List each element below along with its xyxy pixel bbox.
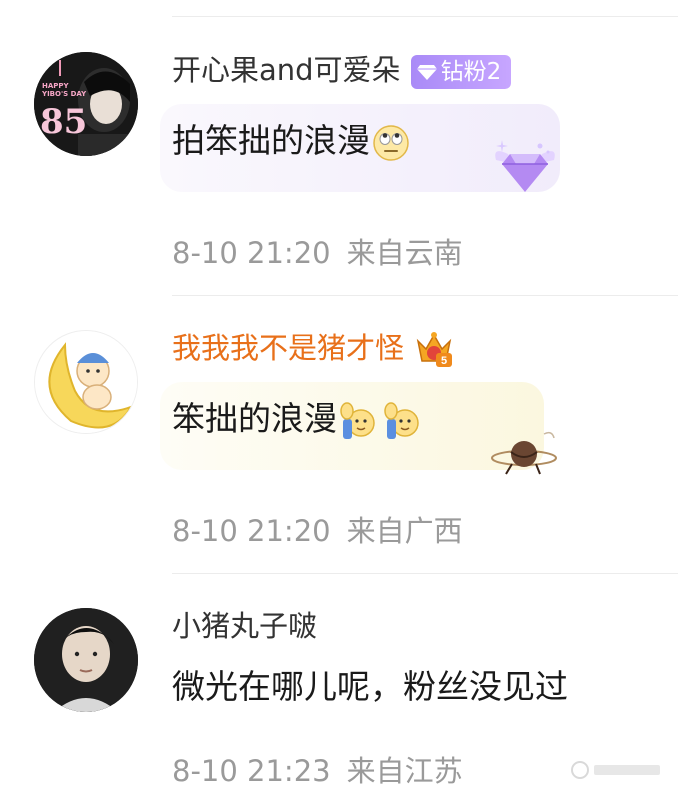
comment-meta: 8-10 21:23 来自江苏 <box>172 748 463 790</box>
raise-hand-emoji <box>340 401 375 439</box>
eye-roll-emoji <box>373 124 409 161</box>
avatar-number: 85 <box>40 102 88 142</box>
avatar[interactable] <box>34 608 138 712</box>
username-row: 小猪丸子啵 <box>172 608 317 644</box>
level-number: 5 <box>441 355 447 367</box>
sparkle-icon <box>496 140 508 152</box>
comment-text: 笨拙的浪漫 <box>172 399 337 438</box>
username[interactable]: 我我我不是猪才怪 <box>172 331 404 365</box>
raise-hand-emoji <box>384 401 419 439</box>
fan-badge: 钻粉2 <box>410 55 512 89</box>
username[interactable]: 开心果and可爱朵 <box>172 53 401 87</box>
crown-level-icon: 5 <box>416 332 453 367</box>
avatar-caption: HAPPY YIBO'S DAY <box>42 82 87 98</box>
avatar-image <box>35 331 137 433</box>
username-row: 开心果and可爱朵 钻粉2 <box>172 52 512 89</box>
comment-meta: 8-10 21:20 来自广西 <box>172 508 463 550</box>
username[interactable]: 小猪丸子啵 <box>172 609 317 643</box>
comment-text-row: 微光在哪儿呢，粉丝没见过 <box>172 666 568 708</box>
avatar[interactable] <box>34 330 138 434</box>
username-row: 我我我不是猪才怪 5 <box>172 330 454 369</box>
comment-item: 我我我不是猪才怪 5 笨拙的浪漫 8-10 21:20 来自广西 <box>0 296 678 574</box>
comment-text-row: 笨拙的浪漫 <box>172 398 423 441</box>
timestamp: 8-10 21:20 <box>172 236 331 270</box>
fan-badge-label: 钻粉2 <box>440 59 502 85</box>
avatar[interactable]: HAPPY YIBO'S DAY 85 <box>34 52 138 156</box>
comment-meta: 8-10 21:20 来自云南 <box>172 230 463 272</box>
comment-text: 微光在哪儿呢，粉丝没见过 <box>172 667 568 706</box>
avatar-image <box>34 608 138 712</box>
location: 来自云南 <box>346 236 463 270</box>
comment-text: 拍笨拙的浪漫 <box>172 121 370 160</box>
comment-item: HAPPY YIBO'S DAY 85 开心果and可爱朵 钻粉2 拍笨拙的浪漫 … <box>0 0 678 296</box>
comment-text-row: 拍笨拙的浪漫 <box>172 120 410 162</box>
watermark-logo <box>571 761 660 779</box>
timestamp: 8-10 21:20 <box>172 514 331 548</box>
location: 来自广西 <box>346 514 463 548</box>
timestamp: 8-10 21:23 <box>172 754 331 788</box>
diamond-fan-icon <box>416 65 437 80</box>
planet-sticker-icon <box>491 431 557 475</box>
location: 来自江苏 <box>346 754 463 788</box>
